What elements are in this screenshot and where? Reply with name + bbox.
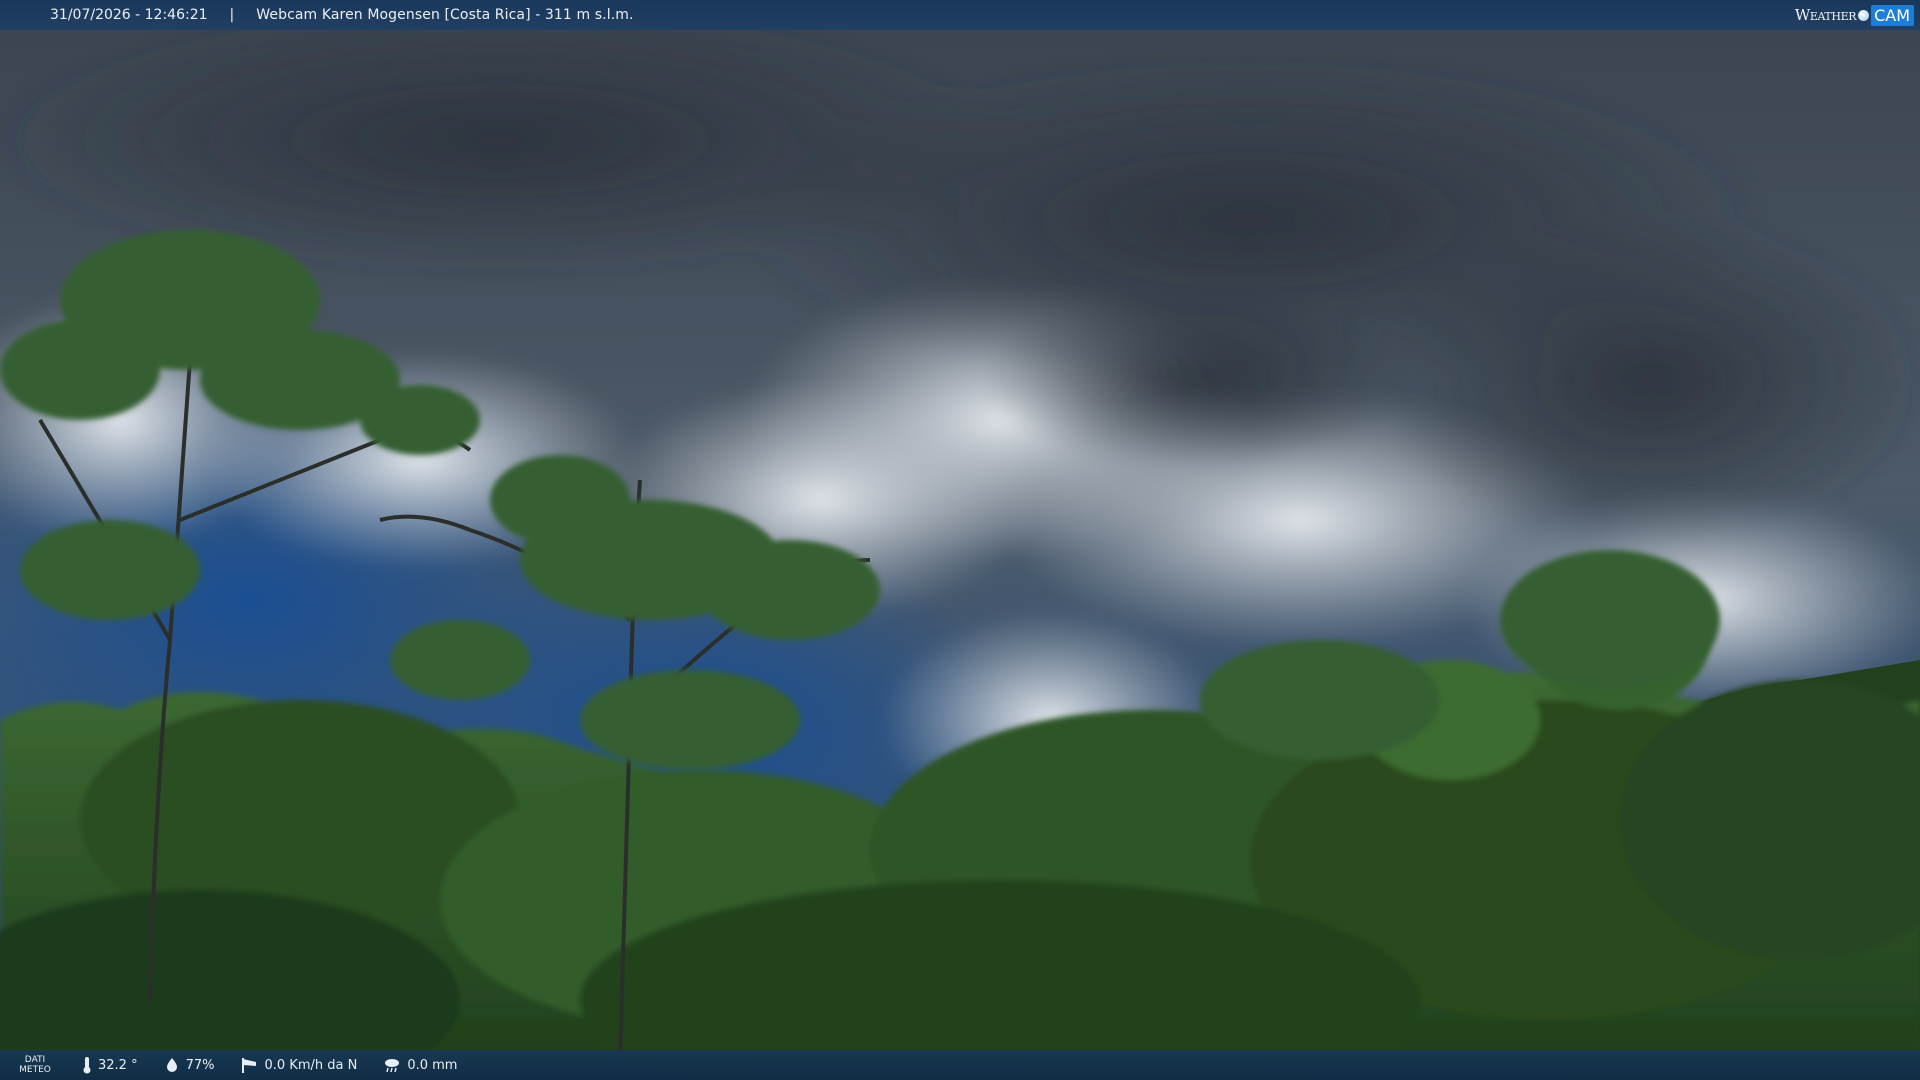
- header-bar: 31/07/2026 - 12:46:21 | Webcam Karen Mog…: [0, 0, 1920, 30]
- rain-cloud-icon: [385, 1059, 400, 1073]
- wind-value: 0.0 Km/h da N: [264, 1057, 358, 1073]
- webcam-image: [0, 0, 1920, 1080]
- logo-dot-icon: [1858, 9, 1870, 21]
- dati-meteo-label: DATI METEO: [19, 1055, 51, 1075]
- landscape-view: [0, 0, 1920, 1080]
- thermometer-icon: [83, 1057, 91, 1074]
- humidity-drop-icon: [166, 1058, 177, 1072]
- webcam-title: Webcam Karen Mogensen [Costa Rica] - 311…: [256, 7, 634, 23]
- weather-data-bar: DATI METEO 32.2 ° 77% 0.0 Km/h da N 0.0 …: [0, 1050, 1920, 1080]
- wind-sock-icon: [242, 1058, 257, 1073]
- datetime: 31/07/2026 - 12:46:21: [50, 7, 208, 23]
- temperature-value: 32.2 °: [98, 1057, 138, 1073]
- humidity-value: 77%: [185, 1057, 215, 1073]
- logo-word: Weather: [1794, 6, 1857, 24]
- weathercam-logo[interactable]: Weather CAM: [1795, 4, 1914, 26]
- temperature-reading: 32.2 °: [82, 1056, 138, 1074]
- header-separator: |: [229, 7, 235, 23]
- logo-cam: CAM: [1871, 4, 1914, 26]
- humidity-reading: 77%: [164, 1057, 215, 1073]
- rain-value: 0.0 mm: [407, 1057, 458, 1073]
- wind-reading: 0.0 Km/h da N: [240, 1056, 357, 1074]
- rain-reading: 0.0 mm: [383, 1057, 457, 1073]
